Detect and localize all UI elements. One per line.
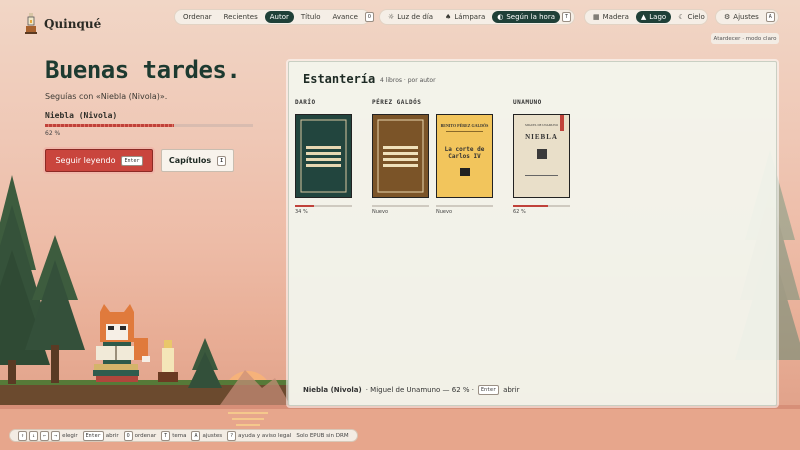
reading-progress-fill [45, 124, 174, 127]
continue-reading-label: Seguir leyendo [55, 156, 116, 165]
sort-recientes[interactable]: Recientes [219, 11, 263, 23]
a-key: A [191, 430, 201, 441]
half-moon-icon: ◐ [497, 13, 504, 21]
t-key: T [161, 430, 171, 441]
cover-author: BENITO PÉREZ GALDÓS [440, 123, 489, 128]
bookmark-ribbon [560, 115, 564, 131]
group-label-unamuno: UNAMUNO [513, 99, 542, 106]
pine-tree [188, 338, 222, 388]
cover-emblem-icon [459, 168, 470, 176]
lake [0, 405, 800, 450]
reading-progress-label: 62 % [45, 130, 61, 137]
book-status-niebla: 62 % [513, 209, 526, 215]
settings-button[interactable]: ⚙ Ajustes A [715, 9, 779, 25]
group-label-perez-galdos: PÉREZ GALDÓS [372, 99, 422, 106]
shelf-footer: Niebla (Nivola) · Miguel de Unamuno — 62… [303, 385, 520, 395]
help-tema: tema [172, 432, 187, 439]
arrow-right-key: → [51, 430, 61, 441]
light-luz-de-dia[interactable]: ☼ Luz de día [383, 11, 438, 23]
moon-icon: ☾ [678, 13, 685, 21]
plain-cover [296, 115, 351, 197]
question-key: ? [227, 430, 237, 441]
group-label-dario: DARÍO [295, 99, 316, 106]
light-toolbar: ☼ Luz de día ♠ Lámpara ◐ Según la hora T [379, 9, 575, 25]
sort-autor[interactable]: Autor [264, 11, 294, 23]
sort-titulo[interactable]: Título [296, 11, 326, 23]
o-key: O [123, 430, 133, 441]
greeting-title: Buenas tardes. [45, 56, 241, 84]
help-ordenar: ordenar [134, 432, 157, 439]
scene-lago[interactable]: ▲ Lago [635, 11, 672, 23]
sort-avance[interactable]: Avance [328, 11, 363, 23]
book-cover-dario[interactable] [295, 114, 352, 198]
arrow-down-key: ↓ [29, 430, 39, 441]
cover-author: MIGUEL DE UNAMUNO [525, 123, 558, 127]
book-status-la-corte-de-carlos-iv: Nuevo [436, 209, 453, 215]
help-ayuda: ayuda y aviso legal [238, 432, 292, 439]
sort-label: Ordenar [183, 13, 212, 21]
light-segun-la-hora[interactable]: ◐ Según la hora [492, 11, 560, 23]
drm-note: Solo EPUB sin DRM [296, 432, 349, 439]
chapters-label: Capítulos [168, 156, 212, 165]
footer-shortcut: Enter [478, 385, 500, 395]
sort-shortcut: O [364, 12, 374, 22]
book-status-perez-galdos-1: Nuevo [372, 209, 389, 215]
keyboard-help-bar: ↑ ↓ ← → elegir Enter abrir O ordenar T t… [9, 429, 358, 442]
cover-title: La corte de Carlos IV [444, 146, 485, 160]
book-progress-niebla [513, 205, 570, 207]
light-lampara[interactable]: ♠ Lámpara [440, 11, 490, 23]
gear-icon: ⚙ [724, 13, 731, 21]
continue-shortcut: Enter [121, 155, 143, 166]
lamp-icon: ♠ [445, 13, 452, 21]
shelf-title: Estantería [303, 72, 376, 86]
chapters-shortcut: I [217, 155, 227, 166]
help-ajustes: ajustes [202, 432, 223, 439]
light-shortcut: T [562, 12, 572, 22]
reading-progress-bar [45, 124, 253, 127]
sort-toolbar: Ordenar Recientes Autor Título Avance O [174, 9, 374, 25]
book-progress-perez-galdos-1 [372, 205, 429, 207]
app-logo[interactable]: Quinqué [24, 12, 101, 36]
book-progress-la-corte-de-carlos-iv [436, 205, 493, 207]
book-cover-niebla[interactable]: MIGUEL DE UNAMUNO NIEBLA [513, 114, 570, 198]
cover-emblem-icon [536, 149, 547, 159]
book-progress-dario [295, 205, 352, 207]
footer-book-title: Niebla (Nivola) [303, 386, 362, 394]
footer-action: abrir [503, 386, 520, 394]
lantern [158, 340, 178, 382]
book-cover-perez-galdos-1[interactable] [372, 114, 429, 198]
footer-book-info: · Miguel de Unamuno — 62 % · [365, 386, 475, 394]
shelf-count: 4 libros · por autor [380, 77, 436, 84]
settings-label: Ajustes [733, 13, 759, 21]
book-stack [93, 364, 139, 382]
arrow-up-key: ↑ [18, 430, 28, 441]
cover-title: NIEBLA [525, 133, 558, 141]
scene-madera[interactable]: ▦ Madera [588, 11, 634, 23]
arrow-left-key: ← [40, 430, 50, 441]
help-abrir: abrir [105, 432, 119, 439]
app-name: Quinqué [44, 17, 102, 31]
bookshelf-panel: Estantería 4 libros · por autor DARÍO PÉ… [288, 61, 777, 406]
scene-toolbar: ▦ Madera ▲ Lago ☾ Cielo [584, 9, 708, 25]
sun-icon: ☼ [388, 13, 395, 21]
continue-reading-button[interactable]: Seguir leyendo Enter [45, 149, 153, 172]
scene-cielo[interactable]: ☾ Cielo [673, 11, 710, 23]
help-elegir: elegir [62, 432, 78, 439]
greeting-subtitle: Seguías con «Niebla (Nivola)». [45, 92, 168, 101]
plain-cover [373, 115, 428, 197]
chapters-button[interactable]: Capítulos I [161, 149, 234, 172]
book-cover-la-corte-de-carlos-iv[interactable]: BENITO PÉREZ GALDÓS La corte de Carlos I… [436, 114, 493, 198]
theme-note: Atardecer · modo claro [711, 33, 779, 44]
enter-key: Enter [82, 430, 104, 441]
help-link[interactable]: ? ayuda y aviso legal [227, 430, 292, 441]
book-status-dario: 34 % [295, 209, 308, 215]
fox-character [96, 304, 150, 364]
settings-shortcut: A [765, 12, 775, 22]
wood-icon: ▦ [593, 13, 600, 21]
tree-icon: ▲ [640, 13, 647, 21]
current-book-title: Niebla (Nivola) [45, 111, 118, 120]
oil-lamp-icon [25, 13, 37, 34]
